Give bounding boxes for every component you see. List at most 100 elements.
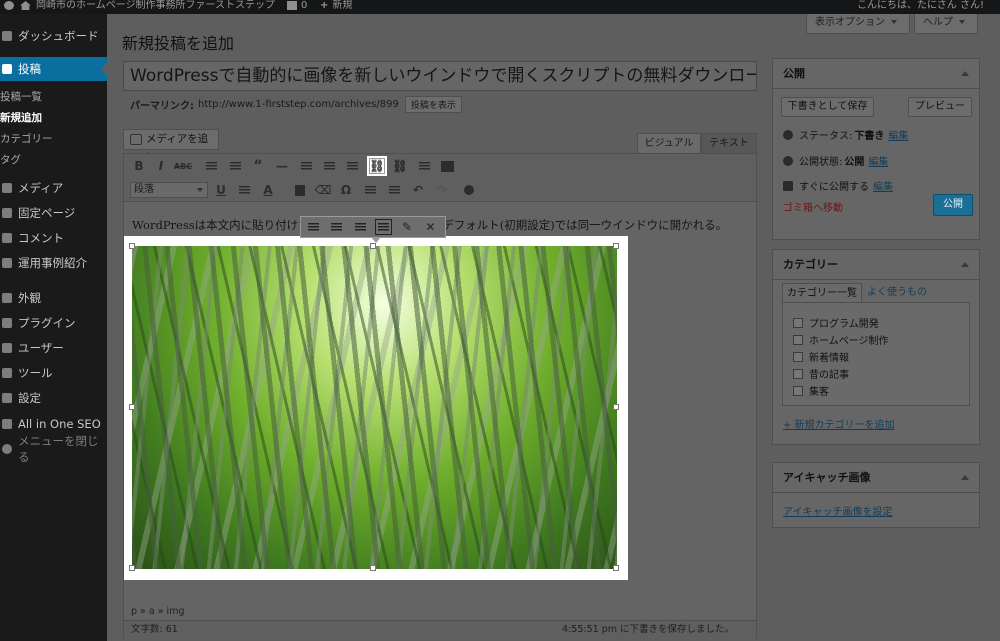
selected-image-frame[interactable] xyxy=(124,236,628,580)
resize-handle[interactable] xyxy=(613,404,619,410)
remove-link-icon[interactable]: ⛓ xyxy=(392,158,408,174)
menu-posts[interactable]: 投稿 xyxy=(0,57,107,81)
menu-users[interactable]: ユーザー xyxy=(0,336,107,360)
collapse-toggle-icon[interactable] xyxy=(961,71,969,76)
submenu-categories[interactable]: カテゴリー xyxy=(0,129,107,150)
add-new-category-link[interactable]: + 新規カテゴリーを追加 xyxy=(783,416,895,431)
move-to-trash-link[interactable]: ゴミ箱へ移動 xyxy=(783,199,843,214)
collapse-toggle-icon[interactable] xyxy=(961,262,969,267)
publish-button[interactable]: 公開 xyxy=(933,194,973,216)
featured-image-header[interactable]: アイキャッチ画像 xyxy=(773,463,979,493)
resize-handle[interactable] xyxy=(613,243,619,249)
publish-box-header[interactable]: 公開 xyxy=(773,59,979,89)
checkbox[interactable] xyxy=(793,317,803,328)
edit-status-link[interactable]: 編集 xyxy=(888,127,908,142)
tab-all-categories[interactable]: カテゴリー一覧 xyxy=(782,283,862,303)
toolbar-toggle-icon[interactable] xyxy=(439,158,455,174)
align-right-icon[interactable] xyxy=(352,219,369,235)
resize-handle[interactable] xyxy=(129,243,135,249)
numbered-list-icon[interactable] xyxy=(227,158,243,174)
menu-cases[interactable]: 運用事例紹介 xyxy=(0,251,107,275)
save-draft-button[interactable]: 下書きとして保存 xyxy=(781,97,874,117)
site-name-link[interactable]: 岡崎市のホームページ制作事務所ファーストステップ xyxy=(20,0,275,14)
checkbox[interactable] xyxy=(793,385,803,396)
format-select[interactable]: 段落 xyxy=(130,182,208,198)
admin-bar: 岡崎市のホームページ制作事務所ファーストステップ 0 + 新規 こんにちは、たに… xyxy=(0,0,1000,14)
menu-plugins[interactable]: プラグイン xyxy=(0,311,107,335)
checkbox[interactable] xyxy=(793,334,803,345)
post-title-input[interactable]: WordPressで自動的に画像を新しいウインドウで開くスクリプトの無料ダウンロ… xyxy=(123,61,757,91)
align-right-icon[interactable] xyxy=(344,158,360,174)
resize-handle[interactable] xyxy=(370,565,376,571)
align-none-icon[interactable] xyxy=(374,219,393,235)
blockquote-icon[interactable]: “ xyxy=(250,158,266,174)
horizontal-rule-icon[interactable]: — xyxy=(274,158,290,174)
menu-pages[interactable]: 固定ページ xyxy=(0,201,107,225)
justify-icon[interactable] xyxy=(236,182,252,198)
category-item[interactable]: プログラム開発 xyxy=(793,315,879,330)
collapse-menu[interactable]: メニューを閉じる xyxy=(0,434,107,464)
menu-tools[interactable]: ツール xyxy=(0,361,107,385)
collapse-toggle-icon[interactable] xyxy=(961,475,969,480)
special-character-icon[interactable]: Ω xyxy=(338,182,354,198)
underline-icon[interactable]: U xyxy=(213,182,229,198)
strikethrough-icon[interactable]: ABC xyxy=(174,158,192,174)
category-item[interactable]: 集客 xyxy=(793,383,829,398)
eye-icon xyxy=(783,155,793,166)
add-media-button[interactable]: メディアを追加 xyxy=(123,129,219,164)
edit-pencil-icon[interactable]: ✎ xyxy=(398,219,415,235)
comments-link[interactable]: 0 xyxy=(287,0,307,14)
menu-comments[interactable]: コメント xyxy=(0,226,107,250)
submenu-all-posts[interactable]: 投稿一覧 xyxy=(0,87,107,108)
edit-visibility-link[interactable]: 編集 xyxy=(868,153,888,168)
help-button[interactable]: ヘルプ xyxy=(914,14,978,34)
resize-handle[interactable] xyxy=(613,565,619,571)
edit-schedule-link[interactable]: 編集 xyxy=(873,178,893,193)
checkbox[interactable] xyxy=(793,368,803,379)
bamboo-forest-image[interactable] xyxy=(132,246,617,569)
bullet-list-icon[interactable] xyxy=(203,158,219,174)
insert-link-icon[interactable]: ⛓ xyxy=(369,158,385,174)
preview-button[interactable]: プレビュー xyxy=(908,97,972,117)
menu-dashboard[interactable]: ダッシュボード xyxy=(0,24,107,48)
category-item[interactable]: 新着情報 xyxy=(793,349,849,364)
submenu-add-new[interactable]: 新規追加 xyxy=(0,108,107,129)
align-center-icon[interactable] xyxy=(321,158,337,174)
redo-icon[interactable]: ↷ xyxy=(434,182,450,198)
undo-icon[interactable]: ↶ xyxy=(410,182,426,198)
align-left-icon[interactable] xyxy=(305,219,322,235)
account-greeting[interactable]: こんにちは、たにさん さん! xyxy=(857,0,984,14)
italic-icon[interactable]: I xyxy=(153,158,169,174)
clear-formatting-icon[interactable]: ⌫ xyxy=(315,182,332,198)
menu-settings[interactable]: 設定 xyxy=(0,386,107,410)
outdent-icon[interactable] xyxy=(362,182,378,198)
resize-handle[interactable] xyxy=(129,565,135,571)
wp-logo-icon[interactable] xyxy=(4,0,18,14)
category-item[interactable]: ホームページ制作 xyxy=(793,332,889,347)
checkbox[interactable] xyxy=(793,351,803,362)
screen-options-button[interactable]: 表示オプション xyxy=(806,14,910,34)
categories-box-header[interactable]: カテゴリー xyxy=(773,250,979,280)
tab-text[interactable]: テキスト xyxy=(701,133,757,153)
resize-handle[interactable] xyxy=(370,243,376,249)
tab-most-used[interactable]: よく使うもの xyxy=(863,283,931,303)
category-item[interactable]: 昔の記事 xyxy=(793,366,849,381)
close-icon[interactable]: ✕ xyxy=(422,219,439,235)
menu-appearance[interactable]: 外観 xyxy=(0,286,107,310)
set-featured-image-link[interactable]: アイキャッチ画像を設定 xyxy=(783,503,893,518)
permalink-url[interactable]: http://www.1-firststep.com/archives/899 xyxy=(198,99,399,110)
bold-icon[interactable]: B xyxy=(131,158,147,174)
menu-media[interactable]: メディア xyxy=(0,176,107,200)
align-center-icon[interactable] xyxy=(328,219,345,235)
submenu-tags[interactable]: タグ xyxy=(0,150,107,171)
read-more-icon[interactable] xyxy=(416,158,432,174)
new-content-link[interactable]: + 新規 xyxy=(320,0,352,14)
view-post-button[interactable]: 投稿を表示 xyxy=(404,96,462,113)
text-color-icon[interactable]: A xyxy=(260,182,276,198)
paste-text-icon[interactable] xyxy=(292,182,308,198)
tab-visual[interactable]: ビジュアル xyxy=(637,133,701,153)
align-left-icon[interactable] xyxy=(298,158,314,174)
resize-handle[interactable] xyxy=(129,404,135,410)
help-icon[interactable] xyxy=(461,182,477,198)
indent-icon[interactable] xyxy=(386,182,402,198)
